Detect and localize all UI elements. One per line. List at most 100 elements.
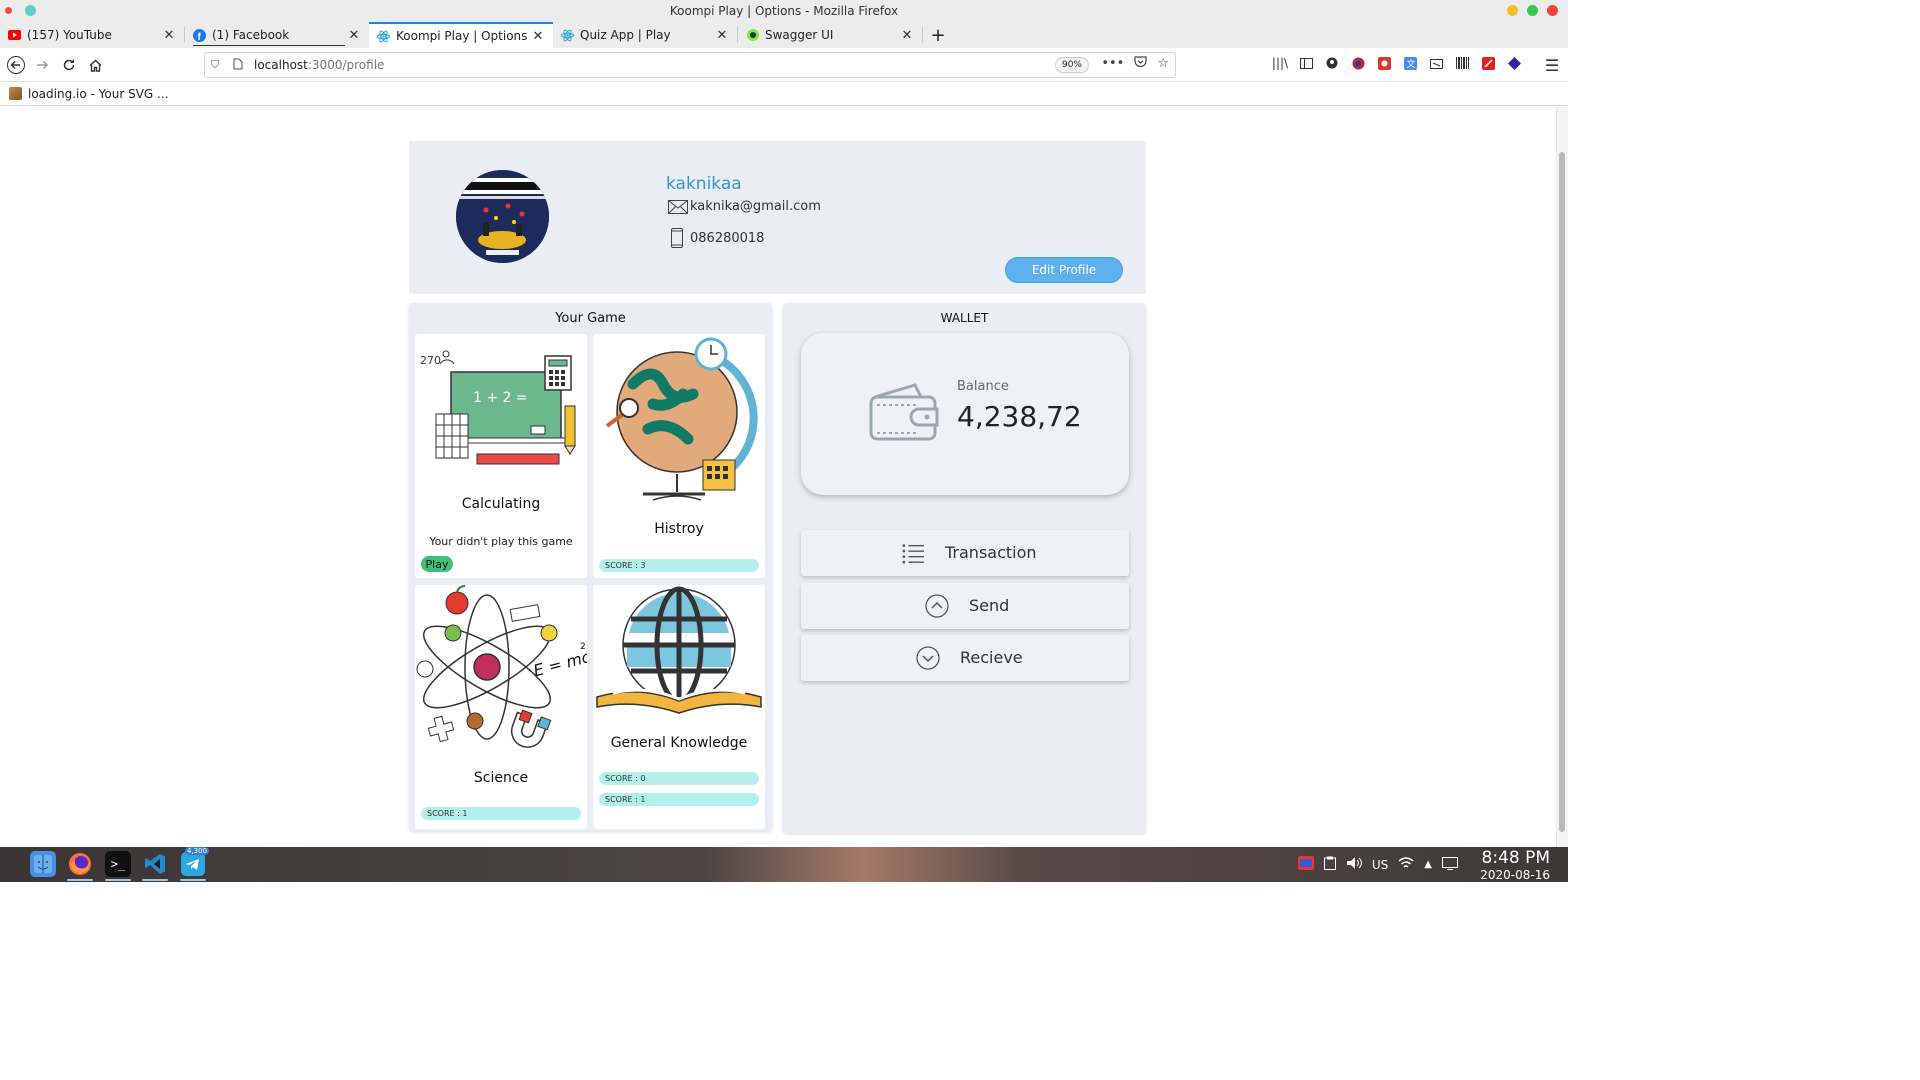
tab-close-icon[interactable]: ✕ — [531, 29, 545, 44]
scrollbar-thumb[interactable] — [1559, 152, 1565, 832]
score-badge: SCORE : 0 — [599, 772, 759, 785]
tray-expand-icon[interactable]: ▲ — [1424, 859, 1432, 870]
tab-close-icon[interactable]: ✕ — [162, 28, 176, 43]
game-card-science[interactable]: E = mc 2 Science SCORE : 1 — [415, 585, 587, 829]
maximize-button[interactable] — [1527, 5, 1538, 16]
address-bar[interactable]: ⛉ localhost:3000/profile 90% ••• ☆ — [204, 52, 1176, 78]
game-card-calculating[interactable]: 270 1 + 2 = Calculating Your didn't play… — [415, 334, 587, 578]
zoom-indicator[interactable]: 90% — [1054, 57, 1089, 73]
home-icon — [89, 59, 101, 72]
tracking-shield-icon[interactable]: ⛉ — [211, 58, 225, 72]
tab-koompi-play[interactable]: Koompi Play | Options ✕ — [369, 22, 553, 48]
svg-text:2: 2 — [580, 642, 586, 652]
bookmark-item[interactable]: loading.io - Your SVG ... — [9, 87, 168, 101]
score-badge: SCORE : 3 — [599, 559, 759, 572]
pocket-icon[interactable] — [1134, 56, 1147, 72]
bookmarks-toolbar: loading.io - Your SVG ... — [0, 82, 1568, 106]
volume-icon[interactable] — [1346, 856, 1362, 873]
game-status: Your didn't play this game — [429, 535, 573, 548]
firefox-icon[interactable] — [67, 851, 93, 877]
window-close-dot[interactable] — [5, 7, 12, 14]
loading-io-icon — [9, 87, 22, 100]
receive-button[interactable]: Recieve — [801, 635, 1129, 681]
clipboard-icon[interactable] — [1323, 856, 1336, 873]
extension-red-globe-icon[interactable] — [1350, 55, 1366, 71]
wifi-icon[interactable] — [1398, 857, 1414, 872]
transaction-button[interactable]: Transaction — [801, 530, 1129, 576]
tab-close-icon[interactable]: ✕ — [715, 28, 729, 43]
url-text[interactable]: localhost:3000/profile — [254, 58, 384, 72]
terminal-icon[interactable]: >_ — [105, 851, 131, 877]
wallet-icon — [869, 383, 939, 441]
back-arrow-icon — [7, 56, 25, 74]
history-globe-illustration — [605, 337, 758, 501]
forward-button[interactable] — [31, 54, 53, 76]
library-icon[interactable]: |||\ — [1272, 55, 1288, 71]
edit-profile-button[interactable]: Edit Profile — [1005, 257, 1123, 283]
youtube-icon — [8, 29, 21, 42]
react-icon — [377, 30, 390, 43]
pdf-icon[interactable] — [1480, 55, 1496, 71]
minimize-button[interactable] — [1507, 5, 1518, 16]
svg-text:1 + 2 =: 1 + 2 = — [473, 390, 528, 406]
close-button[interactable] — [1547, 5, 1558, 16]
page-info-icon[interactable] — [233, 58, 245, 73]
tab-facebook[interactable]: f (1) Facebook ✕ — [185, 22, 369, 48]
science-atom-illustration: E = mc 2 — [416, 585, 587, 748]
address-bar-actions: ••• ☆ — [1101, 56, 1169, 72]
new-tab-button[interactable]: + — [923, 22, 953, 48]
game-name: General Knowledge — [610, 735, 748, 751]
send-button[interactable]: Send — [801, 583, 1129, 629]
swagger-icon — [746, 29, 759, 42]
game-name: Histroy — [654, 521, 704, 537]
game-card-general-knowledge[interactable]: General Knowledge SCORE : 0 SCORE : 1 — [593, 585, 765, 829]
keyboard-layout[interactable]: US — [1372, 858, 1388, 872]
envelope-icon — [668, 199, 688, 214]
tab-close-icon[interactable]: ✕ — [347, 28, 361, 43]
extension-purple-icon[interactable] — [1506, 55, 1522, 71]
back-button[interactable] — [5, 54, 27, 76]
balance-value: 4,238,72 — [957, 400, 1082, 433]
tab-youtube[interactable]: (157) YouTube ✕ — [0, 22, 184, 48]
extension-red-square-icon[interactable] — [1376, 55, 1392, 71]
home-button[interactable] — [84, 54, 106, 76]
tab-label: Quiz App | Play — [580, 28, 671, 42]
chevron-up-circle-icon — [925, 594, 949, 618]
barcode-icon[interactable] — [1454, 55, 1470, 71]
profile-avatar[interactable] — [456, 170, 549, 263]
apple-menu-icon[interactable] — [2, 851, 28, 877]
game-card-history[interactable]: Histroy SCORE : 3 — [593, 334, 765, 578]
page-actions-icon[interactable]: ••• — [1101, 56, 1124, 72]
window-pin-dot[interactable] — [25, 5, 36, 16]
toolbar-extensions: |||\ 文 — [1272, 55, 1522, 71]
score-badge: SCORE : 1 — [599, 793, 759, 806]
system-clock[interactable]: 8:48 PM 2020-08-16 — [1480, 848, 1550, 882]
tab-bar: (157) YouTube ✕ f (1) Facebook ✕ Koompi … — [0, 22, 1568, 48]
telegram-icon[interactable]: 4,300 — [180, 847, 210, 877]
window-controls-left — [5, 5, 36, 16]
menu-button[interactable]: ☰ — [1541, 54, 1563, 76]
finder-icon[interactable] — [30, 851, 56, 877]
tab-label: (157) YouTube — [27, 28, 112, 42]
window-controls-right — [1507, 5, 1558, 16]
tab-label: Swagger UI — [765, 28, 834, 42]
account-icon[interactable] — [1324, 55, 1340, 71]
tab-close-icon[interactable]: ✕ — [900, 28, 914, 43]
flag-app-icon[interactable] — [1297, 856, 1314, 873]
display-icon[interactable] — [1442, 856, 1458, 873]
reload-button[interactable] — [58, 54, 80, 76]
tab-label: (1) Facebook — [212, 28, 290, 42]
transaction-label: Transaction — [945, 543, 1037, 562]
translate-icon[interactable]: 文 — [1402, 55, 1418, 71]
play-button[interactable]: Play — [421, 556, 453, 572]
url-path: :3000/profile — [307, 58, 385, 72]
chevron-down-circle-icon — [916, 646, 940, 670]
game-name: Calculating — [461, 496, 541, 512]
page-scrollbar[interactable] — [1556, 107, 1568, 847]
vscode-icon[interactable] — [142, 851, 168, 877]
sidebar-icon[interactable] — [1298, 55, 1314, 71]
tab-quiz-app[interactable]: Quiz App | Play ✕ — [553, 22, 737, 48]
bookmark-star-icon[interactable]: ☆ — [1157, 56, 1169, 72]
tab-swagger[interactable]: Swagger UI ✕ — [738, 22, 922, 48]
screenshot-icon[interactable] — [1428, 55, 1444, 71]
